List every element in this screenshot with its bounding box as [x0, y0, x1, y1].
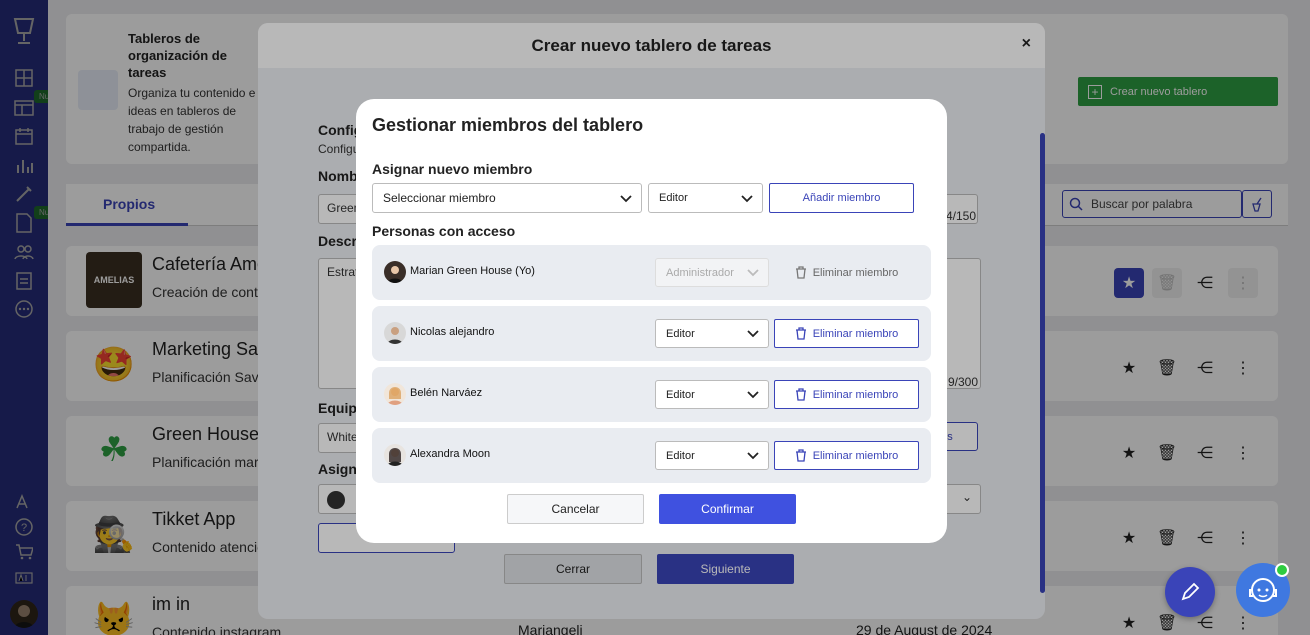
- member-row: Alexandra Moon Editor Eliminar miembro: [372, 428, 931, 483]
- chevron-down-icon: [747, 391, 759, 399]
- chevron-down-icon: [741, 195, 753, 203]
- access-label: Personas con acceso: [372, 223, 516, 239]
- trash-icon: [795, 449, 806, 462]
- member-name: Nicolas alejandro: [410, 326, 495, 338]
- pencil-icon: [1181, 582, 1200, 601]
- member-name: Alexandra Moon: [410, 448, 491, 460]
- avatar: [384, 383, 406, 405]
- online-indicator: [1275, 563, 1289, 577]
- avatar: [384, 444, 406, 466]
- avatar: [384, 322, 406, 344]
- remove-member-label: Eliminar miembro: [812, 388, 899, 401]
- member-role-select[interactable]: Editor: [655, 441, 769, 470]
- member-select-value: Seleccionar miembro: [383, 191, 496, 205]
- trash-icon: [795, 388, 806, 401]
- member-role: Editor: [666, 327, 695, 340]
- member-role-select[interactable]: Editor: [655, 380, 769, 409]
- remove-member-label: Eliminar miembro: [812, 449, 899, 462]
- member-select[interactable]: Seleccionar miembro: [372, 183, 642, 213]
- member-row: Belén Narváez Editor Eliminar miembro: [372, 367, 931, 422]
- member-role: Administrador: [666, 266, 734, 279]
- trash-icon: [795, 266, 806, 279]
- avatar: [384, 261, 406, 283]
- cancel-button[interactable]: Cancelar: [507, 494, 644, 524]
- remove-member-label: Eliminar miembro: [812, 327, 899, 340]
- member-name: Marian Green House (Yo): [410, 265, 535, 277]
- member-role-select[interactable]: Editor: [655, 319, 769, 348]
- confirm-button[interactable]: Confirmar: [659, 494, 796, 524]
- remove-member-button[interactable]: Eliminar miembro: [774, 319, 919, 348]
- edit-fab[interactable]: [1165, 567, 1215, 617]
- role-select[interactable]: Editor: [648, 183, 763, 213]
- chevron-down-icon: [620, 195, 632, 203]
- trash-icon: [795, 327, 806, 340]
- support-agent-icon: [1249, 578, 1277, 602]
- member-role-select: Administrador: [655, 258, 769, 287]
- dialog-title: Gestionar miembros del tablero: [372, 115, 644, 135]
- assign-member-label: Asignar nuevo miembro: [372, 161, 533, 177]
- member-row: Marian Green House (Yo) Administrador El…: [372, 245, 931, 300]
- remove-member-label: Eliminar miembro: [812, 266, 899, 279]
- role-select-value: Editor: [659, 192, 688, 204]
- chevron-down-icon: [747, 269, 759, 277]
- member-row: Nicolas alejandro Editor Eliminar miembr…: [372, 306, 931, 361]
- chevron-down-icon: [747, 452, 759, 460]
- member-name: Belén Narváez: [410, 387, 483, 399]
- remove-member-button[interactable]: Eliminar miembro: [774, 441, 919, 470]
- member-role: Editor: [666, 449, 695, 462]
- remove-member-button[interactable]: Eliminar miembro: [774, 380, 919, 409]
- manage-members-dialog: Gestionar miembros del tablero Asignar n…: [356, 99, 947, 543]
- member-role: Editor: [666, 388, 695, 401]
- chevron-down-icon: [747, 330, 759, 338]
- add-member-button[interactable]: Añadir miembro: [769, 183, 914, 213]
- remove-member-button: Eliminar miembro: [774, 258, 919, 287]
